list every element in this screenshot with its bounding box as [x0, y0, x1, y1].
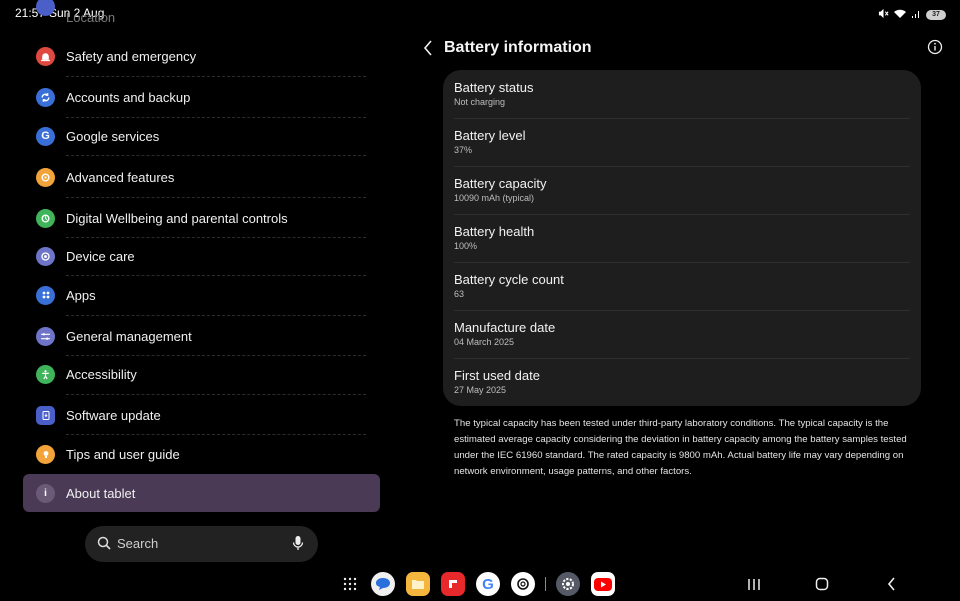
search-bar[interactable]: Search: [85, 526, 318, 562]
settings-item-advanced[interactable]: Advanced features: [23, 158, 380, 196]
messages-icon[interactable]: [371, 572, 395, 596]
page-title: Battery information: [444, 39, 592, 56]
divider: [66, 315, 366, 316]
taskbar-divider: [545, 577, 546, 591]
settings-item-label: About tablet: [66, 485, 136, 501]
divider: [66, 155, 366, 156]
settings-item-wellbeing[interactable]: Digital Wellbeing and parental controls: [23, 199, 380, 237]
settings-item-label: Location: [66, 10, 116, 25]
settings-item-general-management[interactable]: General management: [23, 317, 380, 355]
settings-item-google[interactable]: G Google services: [23, 117, 380, 155]
divider: [66, 76, 366, 77]
capacity-note: The typical capacity has been tested und…: [454, 418, 907, 477]
chevron-left-icon: [423, 40, 432, 56]
settings-icon[interactable]: [556, 572, 580, 596]
signal-icon: [911, 6, 921, 24]
row-value: 63: [454, 289, 465, 299]
row-title: Battery status: [454, 80, 534, 95]
row-value: 10090 mAh (typical): [454, 193, 535, 203]
settings-item-device-care[interactable]: Device care: [23, 237, 380, 275]
settings-item-label: Apps: [66, 287, 96, 303]
mic-icon[interactable]: [292, 535, 304, 556]
settings-item-tips[interactable]: Tips and user guide: [23, 435, 380, 473]
wellbeing-icon: [36, 208, 55, 228]
sliders-icon: [36, 326, 55, 346]
settings-item-label: Google services: [66, 128, 160, 144]
flipboard-icon[interactable]: [441, 572, 465, 596]
settings-item-about-tablet[interactable]: i About tablet: [23, 474, 380, 512]
battery-level-row: Battery level 37%: [454, 118, 910, 166]
settings-item-safety[interactable]: Safety and emergency: [23, 37, 380, 75]
chatgpt-icon[interactable]: [511, 572, 535, 596]
first-used-date-row: First used date 27 May 2025: [454, 358, 910, 406]
row-title: Manufacture date: [454, 320, 556, 335]
divider: [66, 197, 366, 198]
settings-item-accounts[interactable]: Accounts and backup: [23, 78, 380, 116]
row-value: Not charging: [454, 97, 506, 107]
google-icon[interactable]: G: [476, 572, 500, 596]
star-gear-icon: [36, 167, 55, 187]
battery-capacity-row: Battery capacity 10090 mAh (typical): [454, 166, 910, 214]
device-care-icon: [36, 246, 55, 266]
manufacture-date-row: Manufacture date 04 March 2025: [454, 310, 910, 358]
back-icon: [887, 577, 895, 591]
settings-item-label: Accessibility: [66, 366, 137, 382]
files-icon[interactable]: [406, 572, 430, 596]
taskbar: G: [0, 566, 960, 601]
alert-icon: [36, 46, 55, 66]
row-title: Battery cycle count: [454, 272, 564, 287]
sync-icon: [36, 87, 55, 107]
row-value: 27 May 2025: [454, 385, 507, 395]
settings-item-label: Digital Wellbeing and parental controls: [66, 210, 288, 226]
update-icon: [36, 405, 55, 425]
home-icon: [815, 577, 829, 591]
battery-icon: 37: [926, 10, 946, 20]
battery-health-row: Battery health 100%: [454, 214, 910, 262]
search-input[interactable]: Search: [117, 536, 158, 551]
row-title: Battery capacity: [454, 176, 547, 191]
google-icon: G: [36, 126, 55, 146]
status-icons: 37: [878, 6, 946, 24]
settings-item-label: Tips and user guide: [66, 446, 180, 462]
wifi-icon: [894, 6, 906, 24]
settings-item-label: Device care: [66, 248, 135, 264]
row-value: 04 March 2025: [454, 337, 515, 347]
settings-item-location[interactable]: Location: [23, 0, 380, 26]
settings-item-label: Safety and emergency: [66, 48, 197, 64]
row-value: 37%: [454, 145, 473, 155]
recents-icon: [748, 578, 760, 590]
settings-item-label: Software update: [66, 407, 161, 423]
info-circle-icon: [927, 39, 943, 55]
info-icon: i: [36, 483, 55, 503]
back-button[interactable]: [418, 38, 438, 58]
settings-item-label: Advanced features: [66, 169, 175, 185]
accessibility-icon: [36, 364, 55, 384]
home-button[interactable]: [814, 576, 830, 592]
battery-cycle-count-row: Battery cycle count 63: [454, 262, 910, 310]
row-title: Battery health: [454, 224, 535, 239]
lightbulb-icon: [36, 444, 55, 464]
search-icon: [97, 536, 111, 555]
info-button[interactable]: [927, 39, 945, 57]
settings-item-apps[interactable]: Apps: [23, 276, 380, 314]
settings-item-label: General management: [66, 328, 192, 344]
settings-item-accessibility[interactable]: Accessibility: [23, 355, 380, 393]
nav-back-button[interactable]: [884, 576, 900, 592]
settings-item-label: Accounts and backup: [66, 89, 191, 105]
mute-icon: [878, 6, 889, 24]
recents-button[interactable]: [746, 576, 762, 592]
battery-info-card: Battery status Not charging Battery leve…: [443, 70, 921, 406]
settings-list: Location Safety and emergency Accounts a…: [0, 0, 400, 520]
divider: [66, 394, 366, 395]
row-title: Battery level: [454, 128, 526, 143]
location-icon: [36, 0, 55, 16]
row-value: 100%: [454, 241, 478, 251]
app-drawer-icon[interactable]: [338, 572, 362, 596]
youtube-icon[interactable]: [591, 572, 615, 596]
apps-icon: [36, 285, 55, 305]
battery-status-row: Battery status Not charging: [454, 70, 910, 118]
settings-item-software-update[interactable]: Software update: [23, 396, 380, 434]
row-title: First used date: [454, 368, 540, 383]
